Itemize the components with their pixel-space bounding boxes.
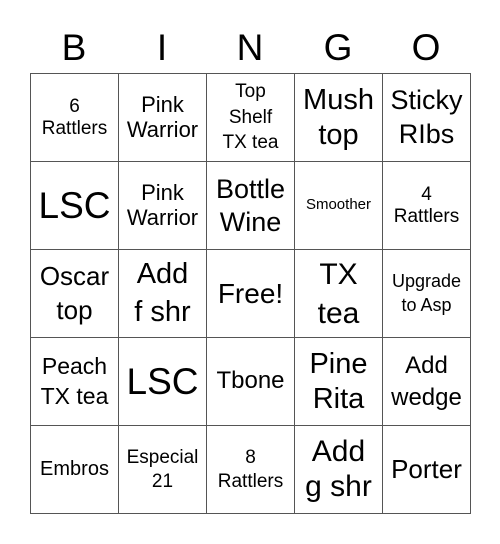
header-letter-i: I	[156, 27, 168, 68]
bingo-cell[interactable]: Oscar top	[31, 250, 119, 338]
bingo-header: B I N G O	[30, 24, 470, 72]
bingo-cell[interactable]: LSC	[31, 162, 119, 250]
bingo-cell[interactable]: Porter	[383, 426, 471, 514]
bingo-cell[interactable]: Peach TX tea	[31, 338, 119, 426]
bingo-cell[interactable]: 6 Rattlers	[31, 74, 119, 162]
bingo-cell[interactable]: Add g shr	[295, 426, 383, 514]
bingo-cell[interactable]: Pink Warrior	[119, 162, 207, 250]
bingo-cell[interactable]: Pink Warrior	[119, 74, 207, 162]
header-letter-n: N	[236, 27, 264, 68]
bingo-cell[interactable]: Add f shr	[119, 250, 207, 338]
bingo-cell[interactable]: Embros	[31, 426, 119, 514]
bingo-cell[interactable]: LSC	[119, 338, 207, 426]
bingo-grid: 6 Rattlers Pink Warrior Top Shelf TX tea…	[30, 73, 471, 514]
bingo-cell[interactable]: Top Shelf TX tea	[207, 74, 295, 162]
bingo-cell[interactable]: Mush top	[295, 74, 383, 162]
header-letter-g: G	[323, 27, 353, 68]
header-letter-o: O	[411, 27, 441, 68]
header-letter-b: B	[61, 27, 87, 68]
bingo-cell[interactable]: Tbone	[207, 338, 295, 426]
bingo-cell free-space[interactable]: Free!	[207, 250, 295, 338]
bingo-cell[interactable]: Pine Rita	[295, 338, 383, 426]
bingo-cell[interactable]: Smoother	[295, 162, 383, 250]
bingo-cell[interactable]: Bottle Wine	[207, 162, 295, 250]
bingo-cell[interactable]: Upgrade to Asp	[383, 250, 471, 338]
bingo-cell[interactable]: 8 Rattlers	[207, 426, 295, 514]
bingo-cell[interactable]: Sticky RIbs	[383, 74, 471, 162]
bingo-cell[interactable]: TX tea	[295, 250, 383, 338]
bingo-cell[interactable]: Especial 21	[119, 426, 207, 514]
bingo-cell[interactable]: Add wedge	[383, 338, 471, 426]
bingo-cell[interactable]: 4 Rattlers	[383, 162, 471, 250]
